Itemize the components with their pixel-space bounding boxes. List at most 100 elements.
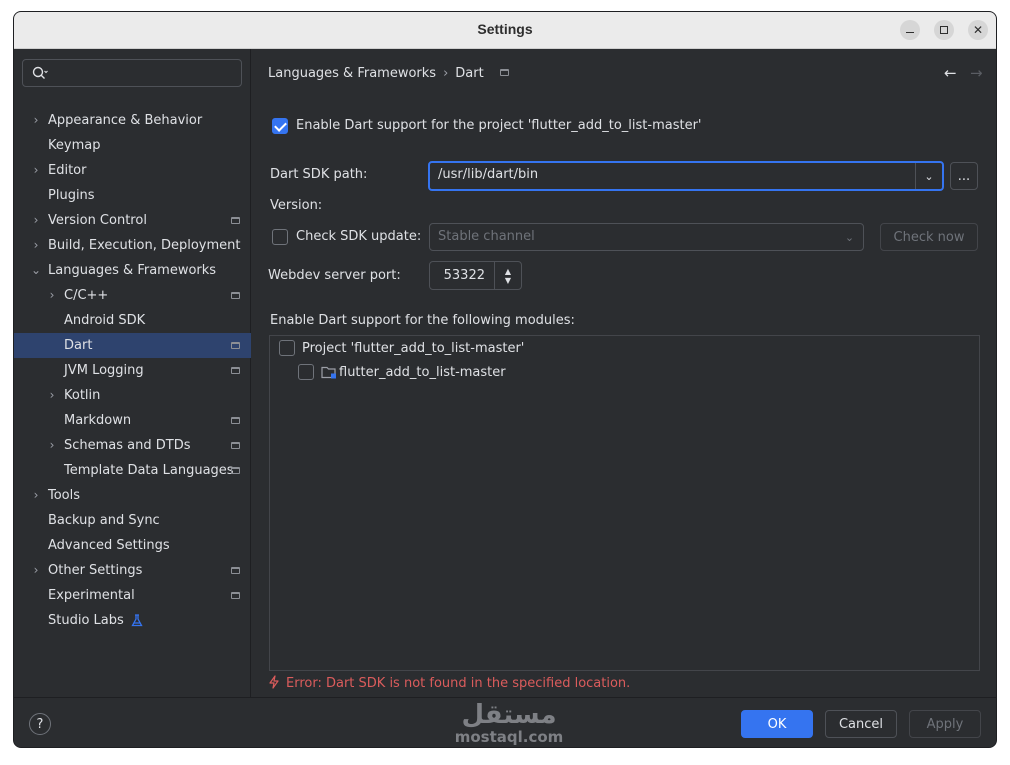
- project-settings-icon: [231, 467, 240, 474]
- ok-button[interactable]: OK: [741, 710, 813, 738]
- project-settings-icon: [231, 292, 240, 299]
- chevron-right-icon[interactable]: ›: [46, 433, 58, 458]
- chevron-right-icon[interactable]: ›: [30, 208, 42, 233]
- spinner-arrows-icon[interactable]: ▲ ▼: [494, 262, 521, 289]
- lightning-icon: [269, 675, 279, 689]
- sidebar-item-android-sdk[interactable]: Android SDK: [14, 308, 251, 333]
- sdk-path-combobox[interactable]: /usr/lib/dart/bin ⌄: [428, 161, 944, 191]
- cancel-button[interactable]: Cancel: [825, 710, 897, 738]
- webdev-port-label: Webdev server port:: [268, 268, 401, 283]
- chevron-right-icon[interactable]: ›: [30, 108, 42, 133]
- forward-arrow-icon[interactable]: →: [970, 64, 983, 82]
- sidebar-item-tools[interactable]: › Tools: [14, 483, 251, 508]
- watermark-url: mostaql.com: [454, 728, 564, 746]
- sidebar-item-other[interactable]: › Other Settings: [14, 558, 251, 583]
- sidebar-item-label: Template Data Languages: [64, 463, 234, 478]
- sidebar-item-jvm-logging[interactable]: JVM Logging: [14, 358, 251, 383]
- breadcrumb: Languages & Frameworks › Dart: [268, 66, 509, 81]
- check-sdk-update-checkbox[interactable]: [272, 229, 288, 245]
- sidebar-item-label: Advanced Settings: [48, 538, 170, 553]
- chevron-right-icon[interactable]: ›: [46, 283, 58, 308]
- check-now-button[interactable]: Check now: [880, 223, 978, 251]
- breadcrumb-current: Dart: [455, 66, 484, 81]
- sidebar-item-schemas[interactable]: › Schemas and DTDs: [14, 433, 251, 458]
- settings-sidebar: › Appearance & Behavior Keymap › Editor …: [14, 49, 251, 747]
- modules-heading: Enable Dart support for the following mo…: [270, 313, 575, 328]
- sidebar-item-kotlin[interactable]: › Kotlin: [14, 383, 251, 408]
- sidebar-item-template-data[interactable]: Template Data Languages: [14, 458, 251, 483]
- sidebar-item-label: Markdown: [64, 413, 132, 428]
- maximize-button[interactable]: [934, 20, 954, 40]
- flask-icon: [131, 614, 143, 627]
- maximize-icon: [940, 26, 948, 34]
- sidebar-item-label: Studio Labs: [48, 613, 124, 628]
- window-title: Settings: [477, 21, 533, 37]
- sdk-error-message: Error: Dart SDK is not found in the spec…: [268, 675, 630, 691]
- back-arrow-icon[interactable]: ←: [944, 64, 957, 82]
- sidebar-item-label: Editor: [48, 163, 87, 178]
- chevron-right-icon[interactable]: ›: [46, 383, 58, 408]
- sidebar-item-plugins[interactable]: Plugins: [14, 183, 251, 208]
- chevron-right-icon[interactable]: ›: [30, 483, 42, 508]
- search-input[interactable]: [53, 63, 233, 83]
- chevron-down-icon[interactable]: ⌄: [30, 258, 42, 283]
- apply-button[interactable]: Apply: [909, 710, 981, 738]
- settings-search[interactable]: [22, 59, 242, 87]
- sidebar-item-advanced[interactable]: Advanced Settings: [14, 533, 251, 558]
- enable-dart-checkbox[interactable]: [272, 118, 288, 134]
- module-checkbox[interactable]: [298, 364, 314, 380]
- project-settings-icon: [231, 217, 240, 224]
- project-settings-icon: [231, 442, 240, 449]
- sidebar-item-experimental[interactable]: Experimental: [14, 583, 251, 608]
- update-channel-select[interactable]: Stable channel ⌄: [429, 223, 864, 251]
- project-module-checkbox[interactable]: [279, 340, 295, 356]
- module-folder-icon: [321, 366, 336, 379]
- sidebar-item-studio-labs[interactable]: Studio Labs: [14, 608, 251, 633]
- breadcrumb-parent[interactable]: Languages & Frameworks: [268, 66, 436, 81]
- chevron-down-icon: ⌄: [844, 230, 855, 244]
- close-button[interactable]: ✕: [968, 20, 988, 40]
- settings-window: Settings ✕ › Appearance & Behavior Keyma…: [13, 11, 997, 748]
- browse-button[interactable]: ...: [950, 162, 978, 190]
- sidebar-item-appearance[interactable]: › Appearance & Behavior: [14, 108, 251, 133]
- sidebar-item-label: Other Settings: [48, 563, 143, 578]
- sidebar-item-label: Kotlin: [64, 388, 101, 403]
- minimize-icon: [906, 31, 914, 33]
- project-module-label: Project 'flutter_add_to_list-master': [302, 341, 525, 356]
- webdev-port-spinner[interactable]: 53322 ▲ ▼: [429, 261, 522, 290]
- sidebar-item-languages[interactable]: ⌄ Languages & Frameworks: [14, 258, 251, 283]
- chevron-right-icon[interactable]: ›: [30, 233, 42, 258]
- project-settings-icon: [231, 367, 240, 374]
- sidebar-item-backup-sync[interactable]: Backup and Sync: [14, 508, 251, 533]
- sidebar-item-markdown[interactable]: Markdown: [14, 408, 251, 433]
- enable-dart-label: Enable Dart support for the project 'flu…: [296, 118, 702, 133]
- sidebar-item-cpp[interactable]: › C/C++: [14, 283, 251, 308]
- chevron-down-icon[interactable]: ⌄: [915, 163, 942, 189]
- sidebar-item-label: C/C++: [64, 288, 109, 303]
- modules-list: Project 'flutter_add_to_list-master' flu…: [269, 335, 980, 671]
- minimize-button[interactable]: [900, 20, 920, 40]
- sidebar-item-keymap[interactable]: Keymap: [14, 133, 251, 158]
- sidebar-item-label: Android SDK: [64, 313, 146, 328]
- sidebar-item-label: Experimental: [48, 588, 135, 603]
- sidebar-item-label: Plugins: [48, 188, 95, 203]
- chevron-right-icon[interactable]: ›: [30, 158, 42, 183]
- watermark-logo: مستقل: [461, 700, 557, 730]
- sidebar-item-version-control[interactable]: › Version Control: [14, 208, 251, 233]
- close-icon: ✕: [972, 23, 984, 37]
- sdk-path-input[interactable]: /usr/lib/dart/bin: [438, 167, 538, 182]
- sidebar-item-dart[interactable]: Dart: [14, 333, 251, 358]
- sidebar-item-label: Languages & Frameworks: [48, 263, 217, 278]
- settings-content: Languages & Frameworks › Dart ← → Enable D…: [251, 49, 996, 697]
- search-icon: [32, 66, 48, 79]
- chevron-right-icon[interactable]: ›: [30, 558, 42, 583]
- help-button[interactable]: ?: [29, 713, 51, 735]
- sidebar-item-build[interactable]: › Build, Execution, Deployment: [14, 233, 251, 258]
- sidebar-item-label: JVM Logging: [64, 363, 144, 378]
- webdev-port-input[interactable]: 53322: [444, 268, 485, 283]
- project-settings-icon: [231, 417, 240, 424]
- project-settings-icon: [231, 567, 240, 574]
- sidebar-item-label: Version Control: [48, 213, 147, 228]
- module-label: flutter_add_to_list-master: [339, 365, 506, 380]
- sidebar-item-editor[interactable]: › Editor: [14, 158, 251, 183]
